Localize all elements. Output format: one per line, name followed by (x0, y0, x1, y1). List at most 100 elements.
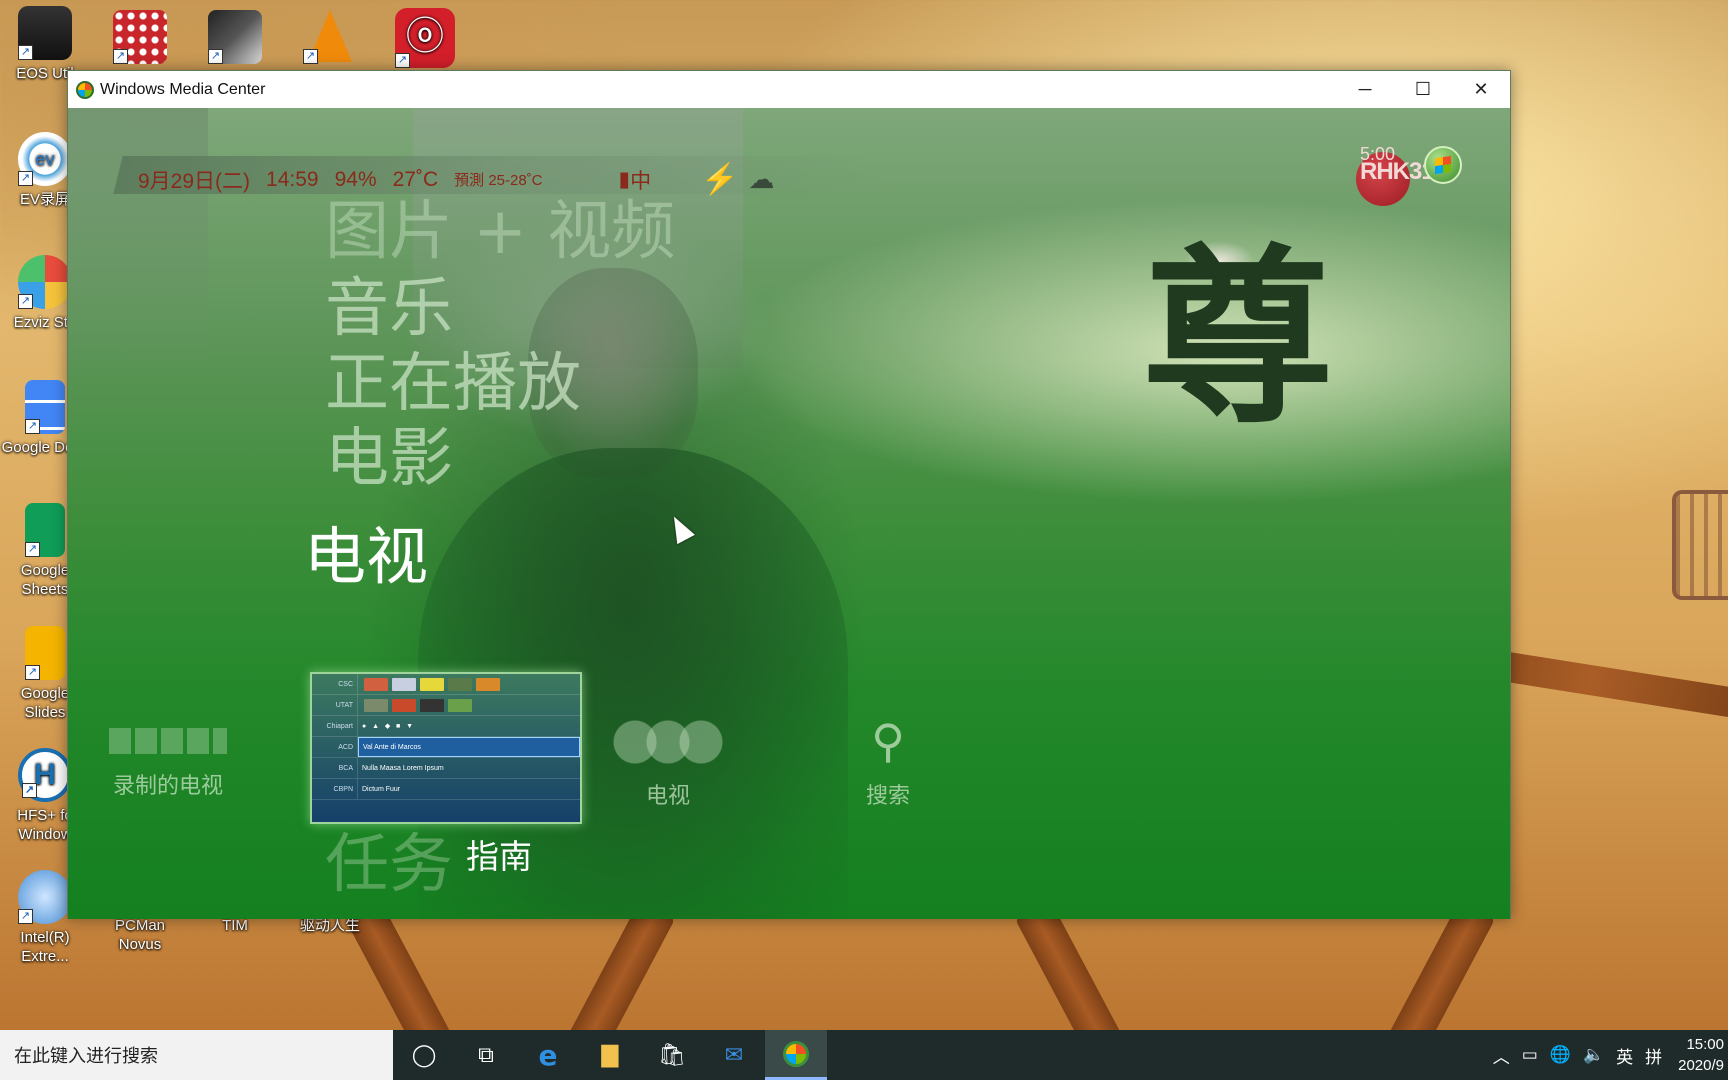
desktop-icon-app3[interactable]: ↗ (190, 10, 280, 68)
rain-cloud-icon: ☁ (748, 164, 775, 194)
vlc-cone-icon: ↗ (303, 10, 357, 64)
shortcut-arrow-icon: ↗ (208, 49, 223, 64)
guide-row: CSC (312, 674, 580, 695)
battery-icon[interactable]: ▭ (1522, 1045, 1538, 1065)
lightning-icon: ⚡ (701, 163, 739, 196)
chevron-up-icon[interactable]: ︿ (1493, 1043, 1510, 1068)
taskbar-clock[interactable]: 15:00 2020/9 (1678, 1034, 1724, 1076)
media-center-taskbar-icon[interactable] (765, 1030, 827, 1080)
desktop-wallpaper-bench (1672, 490, 1728, 600)
live-tv-icon (613, 720, 723, 764)
ime-mode[interactable]: 拼 (1645, 1043, 1662, 1068)
media-center-window: Windows Media Center ─ ☐ ✕ 9月29日(二) 14:5… (67, 70, 1511, 919)
shortcut-arrow-icon: ↗ (18, 909, 33, 924)
cortana-icon[interactable]: ◯ (393, 1030, 455, 1080)
guide-program (358, 695, 580, 715)
shortcut-arrow-icon: ↗ (18, 45, 33, 60)
camera-icon: ↗ (18, 6, 72, 60)
hfs-icon: H ↗ (18, 748, 72, 802)
menu-item-movies[interactable]: 电影 (325, 427, 453, 491)
guide-row: UTAT (312, 695, 580, 716)
guide-program: Val Ante di Marcos (358, 737, 580, 757)
guide-program: Dictum Fuur (362, 785, 401, 793)
clock-time: 15:00 (1686, 1036, 1724, 1053)
ime-language[interactable]: 英 (1616, 1043, 1633, 1068)
shortcut-arrow-icon: ↗ (18, 171, 33, 186)
clock-date: 2020/9 (1678, 1057, 1724, 1074)
windows-orb-icon[interactable] (1424, 146, 1462, 184)
guide-row: ACD Val Ante di Marcos (312, 737, 580, 758)
mail-icon[interactable]: ✉ (703, 1030, 765, 1080)
volume-icon[interactable]: 🔈 (1583, 1045, 1604, 1065)
program-title-glyph: 尊 (1143, 226, 1334, 449)
channel-logo: 5:00 RHK31 (1356, 144, 1466, 214)
desktop-icon-pcman[interactable]: PCMan Novus (95, 916, 185, 954)
shortcut-arrow-icon: ↗ (25, 419, 40, 434)
signal-icon: ▮ (618, 168, 631, 191)
maximize-button[interactable]: ☐ (1394, 71, 1452, 108)
strip-label: 录制的电视 (112, 774, 223, 799)
menu-item-music[interactable]: 音乐 (325, 277, 453, 341)
guide-tile[interactable]: CSC UTAT Chiapart ● ▲ ◆ ■ ▼ ACD Val Ante d… (310, 672, 582, 824)
taskbar: 在此键入进行搜索 ◯ ⧉ e ▇ 🛍 ✉ ︿ ▭ 🌐 🔈 英 拼 15:00 2… (0, 1030, 1728, 1080)
shortcut-arrow-icon: ↗ (25, 542, 40, 557)
window-titlebar[interactable]: Windows Media Center ─ ☐ ✕ (68, 71, 1510, 108)
file-explorer-icon[interactable]: ▇ (579, 1030, 641, 1080)
minimize-button[interactable]: ─ (1336, 71, 1394, 108)
shortcut-arrow-icon: ↗ (395, 53, 410, 68)
system-tray: ︿ ▭ 🌐 🔈 英 拼 15:00 2020/9 (1487, 1030, 1728, 1080)
guide-program: ● ▲ ◆ ■ ▼ (362, 723, 414, 730)
menu-item-tv[interactable]: 电视 (304, 526, 428, 588)
taskbar-search-box[interactable]: 在此键入进行搜索 (0, 1030, 393, 1080)
guide-channel: Chiapart (312, 716, 358, 736)
background-building (68, 108, 208, 368)
close-button[interactable]: ✕ (1452, 71, 1510, 108)
menu-item-tasks[interactable]: 任务 (325, 833, 453, 897)
google-docs-icon: ↗ (25, 380, 65, 434)
status-forecast: 預測 25-28˚C (454, 172, 543, 189)
guide-channel: UTAT (312, 695, 358, 715)
guide-row: Chiapart ● ▲ ◆ ■ ▼ (312, 716, 580, 737)
menu-item-pictures-videos[interactable]: 图片 + 视频 (325, 200, 675, 264)
media-center-logo-icon (76, 80, 94, 99)
guide-row: CBPN Dictum Fuur (312, 779, 580, 800)
desktop-icon-label: Intel(R) Extre... (20, 929, 70, 965)
ezviz-icon: ↗ (18, 255, 72, 309)
ev-recorder-icon: ev ↗ (18, 132, 72, 186)
shortcut-arrow-icon: ↗ (113, 49, 128, 64)
status-signal: 中 (630, 169, 652, 193)
strip-item-search[interactable]: ⚲ 搜索 (838, 718, 938, 810)
desktop-icon-label: PCMan Novus (114, 917, 166, 953)
status-date: 9月29日(二) (138, 169, 251, 193)
strip-item-recorded-tv[interactable]: 录制的电视 (98, 728, 238, 800)
netease-music-icon: ⓞ ↗ (395, 8, 455, 68)
task-view-icon[interactable]: ⧉ (455, 1030, 517, 1080)
menu-item-now-playing[interactable]: 正在播放 (325, 352, 581, 416)
dots-app-icon: ↗ (113, 10, 167, 64)
guide-program: Nulla Maasa Lorem Ipsum (362, 764, 444, 772)
strip-item-live-tv[interactable]: 电视 (608, 720, 728, 810)
recorded-tv-icon (109, 728, 227, 754)
search-icon: ⚲ (871, 714, 905, 768)
desktop-icon-vlc[interactable]: ↗ (285, 10, 375, 68)
desktop-icon-netease-music[interactable]: ⓞ ↗ (380, 8, 470, 72)
edge-icon[interactable]: e (517, 1030, 579, 1080)
google-slides-icon: ↗ (25, 626, 65, 680)
google-sheets-icon: ↗ (25, 503, 65, 557)
intel-setup-icon: ↗ (18, 870, 72, 924)
shortcut-arrow-icon: ↗ (22, 783, 37, 798)
guide-channel: CBPN (312, 779, 358, 799)
channel-logo-text: RHK31 (1360, 158, 1435, 185)
strip-label: 搜索 (865, 784, 910, 809)
strip-item-guide-label[interactable]: 指南 (466, 830, 532, 878)
guide-channel: CSC (312, 674, 358, 694)
shortcut-arrow-icon: ↗ (303, 49, 318, 64)
status-temperature: 27˚C (392, 167, 439, 191)
tv-status-text: 9月29日(二) 14:59 94% 27˚C 預測 25-28˚C ▮ 中 ⚡… (138, 162, 790, 197)
desktop-icon-app2[interactable]: ↗ (95, 10, 185, 68)
status-time: 14:59 (266, 167, 319, 191)
store-icon[interactable]: 🛍 (641, 1030, 703, 1080)
shortcut-arrow-icon: ↗ (18, 294, 33, 309)
guide-channel: ACD (312, 737, 358, 757)
network-globe-icon[interactable]: 🌐 (1550, 1045, 1571, 1065)
